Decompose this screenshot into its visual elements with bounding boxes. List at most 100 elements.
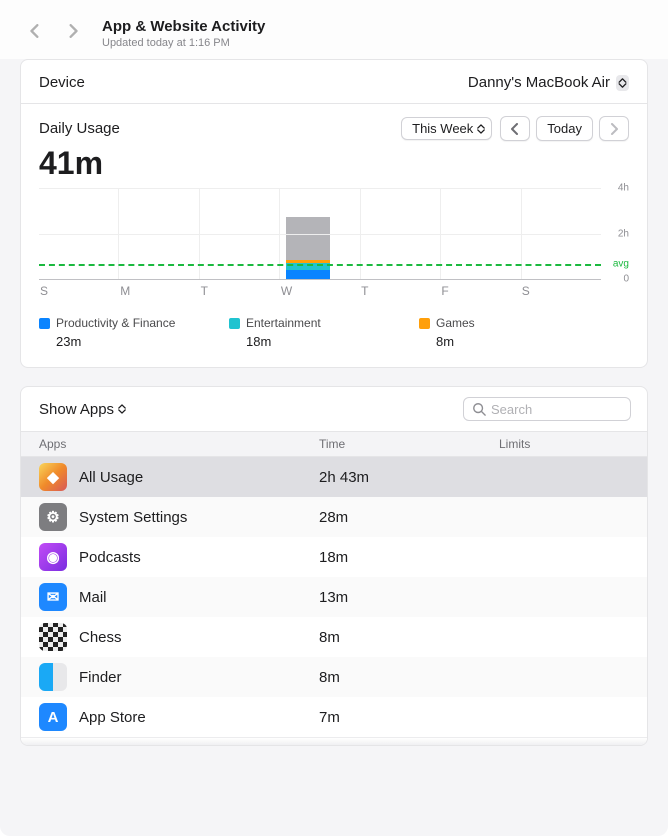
mail-icon: ✉ xyxy=(39,583,67,611)
legend-swatch xyxy=(39,318,50,329)
bar-segment xyxy=(286,217,330,261)
app-name: System Settings xyxy=(79,509,187,526)
col-header-time: Time xyxy=(319,437,499,451)
app-name: App Store xyxy=(79,709,146,726)
back-button[interactable] xyxy=(28,24,42,38)
daily-controls: This Week Today xyxy=(401,116,629,141)
chess-icon xyxy=(39,623,67,651)
x-tick-label: M xyxy=(119,284,199,298)
period-nav: Today xyxy=(500,116,629,141)
table-row[interactable]: ◆ All Usage 2h 43m xyxy=(21,457,647,497)
content: Device Danny's MacBook Air Daily Usage T… xyxy=(0,59,668,836)
nav-arrows xyxy=(28,18,80,38)
table-row[interactable]: Finder 8m xyxy=(21,657,647,697)
table-row[interactable]: A App Store 7m xyxy=(21,697,647,737)
col-header-apps: Apps xyxy=(39,437,319,451)
chart-bar xyxy=(286,217,330,279)
x-tick-label: T xyxy=(200,284,280,298)
finder-icon xyxy=(39,663,67,691)
device-selected-value: Danny's MacBook Air xyxy=(468,74,610,91)
device-selector[interactable]: Danny's MacBook Air xyxy=(468,74,629,91)
legend-value: 23m xyxy=(56,334,229,349)
title-block: App & Website Activity Updated today at … xyxy=(102,18,648,49)
today-button-label: Today xyxy=(547,121,582,136)
device-label: Device xyxy=(39,74,85,91)
app-time: 2h 43m xyxy=(319,469,499,486)
x-tick-label: S xyxy=(39,284,119,298)
period-selector[interactable]: This Week xyxy=(401,117,492,140)
table-row[interactable]: ⚙ System Settings 28m xyxy=(21,497,647,537)
system-settings-icon: ⚙ xyxy=(39,503,67,531)
page-title: App & Website Activity xyxy=(102,18,648,36)
chevron-up-down-icon xyxy=(616,75,629,91)
podcasts-icon: ◉ xyxy=(39,543,67,571)
scroll-indicator xyxy=(21,737,647,745)
legend-item: Games 8m xyxy=(419,316,601,349)
table-row[interactable]: ◉ Podcasts 18m xyxy=(21,537,647,577)
usage-chart: 4h2h0avg xyxy=(39,188,629,280)
table-row[interactable]: ✉ Mail 13m xyxy=(21,577,647,617)
window: App & Website Activity Updated today at … xyxy=(0,0,668,836)
x-tick-label: T xyxy=(360,284,440,298)
legend-item: Productivity & Finance 23m xyxy=(39,316,229,349)
prev-period-button[interactable] xyxy=(500,116,530,141)
y-tick-label: 2h xyxy=(618,229,629,240)
forward-button[interactable] xyxy=(66,24,80,38)
page-subtitle: Updated today at 1:16 PM xyxy=(102,37,648,49)
app-name: Chess xyxy=(79,629,122,646)
toolbar: App & Website Activity Updated today at … xyxy=(0,0,668,59)
avg-label: avg xyxy=(613,259,629,270)
app-time: 28m xyxy=(319,509,499,526)
gridline xyxy=(39,188,601,189)
app-store-icon: A xyxy=(39,703,67,731)
app-name: All Usage xyxy=(79,469,143,486)
chevron-up-down-icon xyxy=(477,124,485,134)
daily-total: 41m xyxy=(39,145,629,182)
daily-usage-row: Daily Usage This Week xyxy=(39,116,629,141)
app-time: 8m xyxy=(319,629,499,646)
apps-table-header: Apps Time Limits xyxy=(21,431,647,457)
x-tick-label: S xyxy=(521,284,601,298)
legend-name: Entertainment xyxy=(246,316,321,330)
gridline xyxy=(39,234,601,235)
next-period-button[interactable] xyxy=(599,116,629,141)
search-field[interactable] xyxy=(463,397,631,421)
chart-plot xyxy=(39,188,601,280)
app-time: 7m xyxy=(319,709,499,726)
apps-table-body: ◆ All Usage 2h 43m ⚙ System Settings 28m ◉ Podc… xyxy=(21,457,647,737)
period-selected-value: This Week xyxy=(412,121,473,136)
apps-header: Show Apps xyxy=(21,387,647,431)
legend-swatch xyxy=(229,318,240,329)
table-row[interactable]: Chess 8m xyxy=(21,617,647,657)
show-apps-selector[interactable]: Show Apps xyxy=(39,401,126,418)
legend-name: Games xyxy=(436,316,475,330)
daily-usage-label: Daily Usage xyxy=(39,120,120,137)
search-input[interactable] xyxy=(491,402,622,417)
legend-name: Productivity & Finance xyxy=(56,316,175,330)
y-tick-label: 4h xyxy=(618,183,629,194)
legend-swatch xyxy=(419,318,430,329)
chevron-up-down-icon xyxy=(118,404,126,414)
legend-value: 18m xyxy=(246,334,419,349)
app-name: Podcasts xyxy=(79,549,141,566)
app-name: Mail xyxy=(79,589,107,606)
app-time: 18m xyxy=(319,549,499,566)
all-usage-icon: ◆ xyxy=(39,463,67,491)
today-button[interactable]: Today xyxy=(536,116,593,141)
x-tick-label: F xyxy=(440,284,520,298)
divider xyxy=(21,103,647,104)
chart-x-axis: SMTWTFS xyxy=(39,284,629,298)
app-name: Finder xyxy=(79,669,122,686)
bar-segment xyxy=(286,270,330,279)
chart-legend: Productivity & Finance 23m Entertainment 18… xyxy=(39,316,629,349)
app-time: 8m xyxy=(319,669,499,686)
avg-line xyxy=(39,264,601,266)
usage-panel: Device Danny's MacBook Air Daily Usage T… xyxy=(20,59,648,368)
app-time: 13m xyxy=(319,589,499,606)
chart-y-axis: 4h2h0avg xyxy=(601,188,629,280)
x-tick-label: W xyxy=(280,284,360,298)
legend-value: 8m xyxy=(436,334,601,349)
show-apps-label: Show Apps xyxy=(39,401,114,418)
legend-item: Entertainment 18m xyxy=(229,316,419,349)
col-header-limits: Limits xyxy=(499,437,629,451)
